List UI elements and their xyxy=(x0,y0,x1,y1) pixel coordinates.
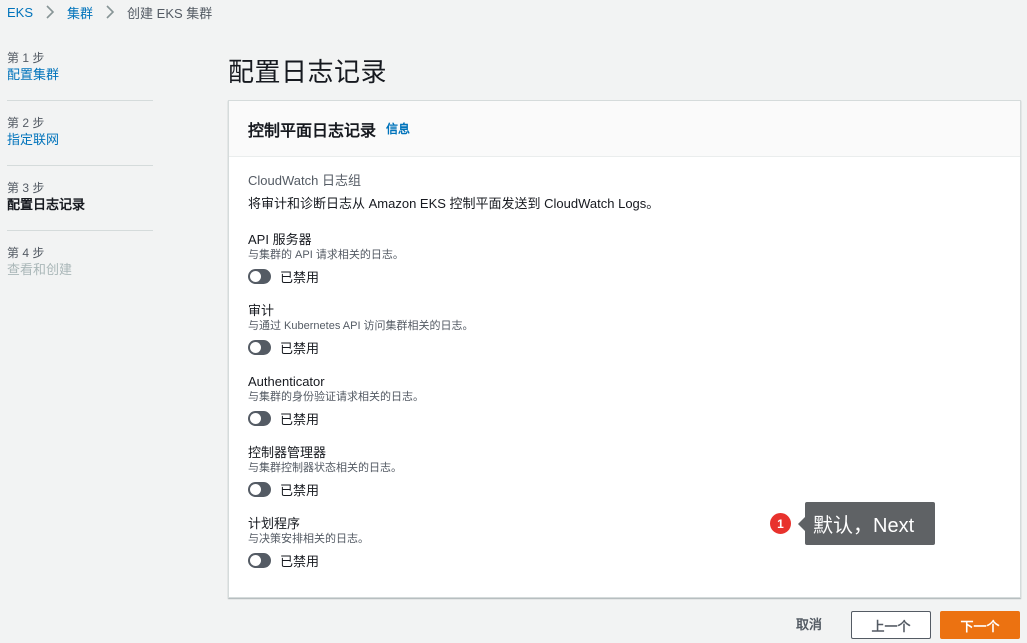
toggle-status: 已禁用 xyxy=(280,340,320,356)
cancel-button[interactable]: 取消 xyxy=(784,612,834,638)
step-link-configure-cluster[interactable]: 配置集群 xyxy=(7,66,153,84)
breadcrumb-eks[interactable]: EKS xyxy=(7,5,33,20)
chevron-right-icon xyxy=(104,5,116,19)
toggle-status: 已禁用 xyxy=(280,269,320,285)
log-item-audit: 审计 与通过 Kubernetes API 访问集群相关的日志。 已禁用 xyxy=(248,303,1001,357)
panel-header: 控制平面日志记录 信息 xyxy=(229,101,1020,157)
toggle-row: 已禁用 xyxy=(248,266,1001,286)
panel-title: 控制平面日志记录 xyxy=(248,122,377,140)
toggle-status: 已禁用 xyxy=(280,482,320,498)
step-review-disabled: 查看和创建 xyxy=(7,262,73,277)
toggle-knob xyxy=(250,554,261,566)
log-name: Authenticator xyxy=(248,374,325,389)
toggle-row: 已禁用 xyxy=(248,408,1001,428)
annotation-badge: 1 xyxy=(768,511,793,536)
api-server-toggle[interactable] xyxy=(248,268,271,284)
toggle-status: 已禁用 xyxy=(280,411,320,427)
page-title: 配置日志记录 xyxy=(228,57,388,87)
step-2: 第 2 步 指定联网 xyxy=(7,115,153,166)
breadcrumb-create-cluster: 创建 EKS 集群 xyxy=(127,5,213,21)
annotation-callout: 默认，Next xyxy=(805,502,935,545)
scheduler-toggle[interactable] xyxy=(248,552,271,568)
toggle-knob xyxy=(250,341,261,353)
step-link-networking[interactable]: 指定联网 xyxy=(7,131,153,149)
log-item-controller-manager: 控制器管理器 与集群控制器状态相关的日志。 已禁用 xyxy=(248,445,1001,499)
wizard-steps: 第 1 步 配置集群 第 2 步 指定联网 第 3 步 配置日志记录 第 4 步… xyxy=(7,50,153,309)
step-4: 第 4 步 查看和创建 xyxy=(7,245,153,295)
previous-button[interactable]: 上一个 xyxy=(851,611,931,639)
log-description: 与集群的 API 请求相关的日志。 xyxy=(248,249,404,261)
cloudwatch-group-label: CloudWatch 日志组 xyxy=(248,173,361,188)
step-current-logging: 配置日志记录 xyxy=(7,197,86,212)
toggle-row: 已禁用 xyxy=(248,550,1001,570)
controller-manager-toggle[interactable] xyxy=(248,481,271,497)
step-number: 第 2 步 xyxy=(7,116,45,130)
step-number: 第 3 步 xyxy=(7,181,45,195)
log-name: 控制器管理器 xyxy=(248,445,327,460)
page-root: EKS 集群 创建 EKS 集群 第 1 步 配置集群 第 2 步 指定联网 第… xyxy=(0,0,1027,643)
step-number: 第 4 步 xyxy=(7,246,45,260)
log-description: 与通过 Kubernetes API 访问集群相关的日志。 xyxy=(248,320,474,332)
step-1: 第 1 步 配置集群 xyxy=(7,50,153,101)
toggle-knob xyxy=(250,483,261,495)
toggle-row: 已禁用 xyxy=(248,337,1001,357)
log-name: 审计 xyxy=(248,303,275,318)
log-description: 与集群的身份验证请求相关的日志。 xyxy=(248,391,424,403)
log-item-api-server: API 服务器 与集群的 API 请求相关的日志。 已禁用 xyxy=(248,232,1001,286)
log-item-authenticator: Authenticator 与集群的身份验证请求相关的日志。 已禁用 xyxy=(248,374,1001,428)
authenticator-toggle[interactable] xyxy=(248,410,271,426)
chevron-right-icon xyxy=(44,5,56,19)
next-button[interactable]: 下一个 xyxy=(940,611,1020,639)
step-3: 第 3 步 配置日志记录 xyxy=(7,180,153,231)
toggle-status: 已禁用 xyxy=(280,553,320,569)
cloudwatch-group-description: 将审计和诊断日志从 Amazon EKS 控制平面发送到 CloudWatch … xyxy=(248,196,660,211)
toggle-knob xyxy=(250,412,261,424)
step-number: 第 1 步 xyxy=(7,51,45,65)
audit-toggle[interactable] xyxy=(248,339,271,355)
info-link[interactable]: 信息 xyxy=(386,120,410,137)
toggle-row: 已禁用 xyxy=(248,479,1001,499)
breadcrumb-clusters[interactable]: 集群 xyxy=(67,3,93,22)
toggle-knob xyxy=(250,270,261,282)
annotation-pointer xyxy=(798,517,805,531)
log-name: API 服务器 xyxy=(248,232,312,247)
breadcrumb: EKS 集群 创建 EKS 集群 xyxy=(7,2,212,22)
log-description: 与集群控制器状态相关的日志。 xyxy=(248,462,402,474)
